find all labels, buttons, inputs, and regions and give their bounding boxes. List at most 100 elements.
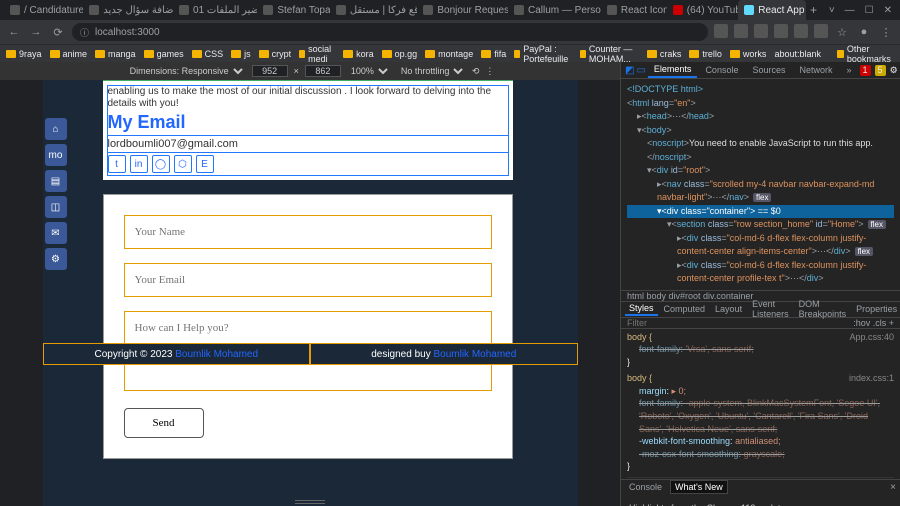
back-button[interactable]: ← [6,24,22,40]
bookmark-item[interactable]: about:blank [774,49,821,59]
filter-options[interactable]: :hov .cls + [853,318,894,328]
social-icon[interactable]: ⬡ [174,155,192,173]
bookmark-item[interactable]: Counter — MOHAM... [580,44,639,64]
throttling-select[interactable]: No throttling [397,65,466,77]
profile-icon[interactable]: ● [856,24,872,40]
browser-tab[interactable]: 01 تحضير الملفات [173,0,257,20]
browser-tab[interactable]: Callum — Personal [508,0,601,20]
bookmark-item[interactable]: trello [689,49,722,59]
name-input[interactable] [124,215,492,249]
viewport-width-input[interactable] [252,65,288,77]
bookmark-item[interactable]: social medi [299,44,335,64]
bookmark-item[interactable]: op.gg [382,49,418,59]
page-viewport: ⌂ mo ▤ ◫ ✉ ⚙ enabling us to make the mos… [43,80,578,506]
extension-icon[interactable] [774,24,788,38]
bookmarks-bar: 9raya anime manga games CSS js crypt soc… [0,44,900,62]
browser-tab[interactable]: React Icons [601,0,667,20]
bookmark-item[interactable]: 9raya [6,49,42,59]
styles-rules[interactable]: body {App.css:40 font-family: 'Vrsa', sa… [621,329,900,480]
drawer-close-icon[interactable]: × [890,482,896,493]
bookmark-item[interactable]: manga [95,49,136,59]
extension-icon[interactable] [794,24,808,38]
home-icon[interactable]: ⌂ [45,118,67,140]
twitter-icon[interactable]: t [108,155,126,173]
browser-tab[interactable]: Bonjour Request A [417,0,508,20]
inspect-icon[interactable]: ◩ [625,65,634,76]
forward-button[interactable]: → [28,24,44,40]
browser-tab[interactable]: إضافة سؤال جديد× [83,0,173,20]
maximize-icon[interactable]: ☐ [865,5,874,16]
menu-icon[interactable]: ⋮ [878,24,894,40]
close-window-icon[interactable]: ✕ [884,5,892,16]
bookmark-item[interactable]: PayPal : Portefeuille [514,44,572,64]
viewport-height-input[interactable] [305,65,341,77]
extension-icon[interactable] [734,24,748,38]
browser-tab[interactable]: / Candidature× [4,0,83,20]
grid-icon[interactable]: ◫ [45,196,67,218]
email-input[interactable] [124,263,492,297]
device-toolbar: Dimensions: Responsive × 100% No throttl… [0,62,620,80]
drawer-tab-whatsnew[interactable]: What's New [670,480,728,494]
address-bar[interactable]: ⓘ localhost:3000 [72,23,708,41]
extension-icon[interactable] [754,24,768,38]
browser-tab[interactable]: Stefan Topalo [257,0,330,20]
devtools-settings-icon[interactable]: ⚙ [890,65,898,76]
rotate-icon[interactable]: ⟲ [472,66,480,77]
resize-handle-icon[interactable] [295,500,325,504]
browser-tab[interactable]: موقع فركا | مستقل [330,0,418,20]
email-heading: My Email [108,110,508,136]
tab-properties[interactable]: Properties [852,303,900,315]
url-text: localhost:3000 [95,27,160,38]
bookmark-item[interactable]: CSS [192,49,224,59]
bookmark-item[interactable]: works [730,49,767,59]
minimize-icon[interactable]: — [845,5,855,16]
bookmark-item[interactable]: anime [50,49,88,59]
zoom-select[interactable]: 100% [347,65,391,77]
browser-tab[interactable]: (64) YouTube [667,0,738,20]
chevron-down-icon[interactable]: ˅ [829,5,835,16]
bookmark-star-icon[interactable]: ☆ [834,24,850,40]
tab-sources[interactable]: Sources [746,63,791,77]
error-count[interactable]: 1 [860,65,871,76]
tab-network[interactable]: Network [794,63,839,77]
warning-count[interactable]: 5 [875,65,886,76]
reload-button[interactable]: ⟳ [50,24,66,40]
bookmark-item[interactable]: craks [647,49,682,59]
linkedin-icon[interactable]: in [130,155,148,173]
more-icon[interactable]: ⋮ [485,66,494,77]
tab-computed[interactable]: Computed [660,303,710,315]
chat-icon[interactable]: ✉ [45,222,67,244]
more-tabs-icon[interactable]: » [841,63,858,77]
list-icon[interactable]: ▤ [45,170,67,192]
dom-tree[interactable]: <!DOCTYPE html> <html lang="en"> ▸<head>… [621,79,900,290]
send-button[interactable]: Send [124,408,204,438]
device-toggle-icon[interactable]: ▭ [636,65,645,76]
device-select[interactable]: Dimensions: Responsive [126,65,246,77]
bookmark-item[interactable]: montage [425,49,473,59]
styles-filter-input[interactable] [627,318,853,328]
tab-elements[interactable]: Elements [648,62,698,78]
bookmark-item[interactable]: fifa [481,49,506,59]
whatsnew-panel: Highlights from the Chrome 113 update Ov… [621,494,900,506]
extension-icon[interactable] [714,24,728,38]
bookmark-item[interactable]: games [144,49,184,59]
bookmark-item[interactable]: js [231,49,251,59]
tab-layout[interactable]: Layout [711,303,746,315]
bookmark-item[interactable]: crypt [259,49,292,59]
social-links: t in ◯ ⬡ E [108,153,508,175]
tab-styles[interactable]: Styles [625,302,658,316]
devtools-tabs: ◩ ▭ Elements Console Sources Network » 1… [621,62,900,79]
bookmark-item[interactable]: kora [343,49,374,59]
drawer-tab-console[interactable]: Console [625,481,666,493]
app-sidebar: ⌂ mo ▤ ◫ ✉ ⚙ [45,118,67,270]
github-icon[interactable]: ◯ [152,155,170,173]
settings-icon[interactable]: ⚙ [45,248,67,270]
site-info-icon[interactable]: ⓘ [80,26,89,39]
new-tab-button[interactable]: + [806,0,821,20]
extension-icon[interactable] [814,24,828,38]
browser-tab-active[interactable]: React App× [738,0,806,20]
bookmark-other[interactable]: Other bookmarks [837,44,894,64]
tab-console[interactable]: Console [699,63,744,77]
etsy-icon[interactable]: E [196,155,214,173]
mo-icon[interactable]: mo [45,144,67,166]
